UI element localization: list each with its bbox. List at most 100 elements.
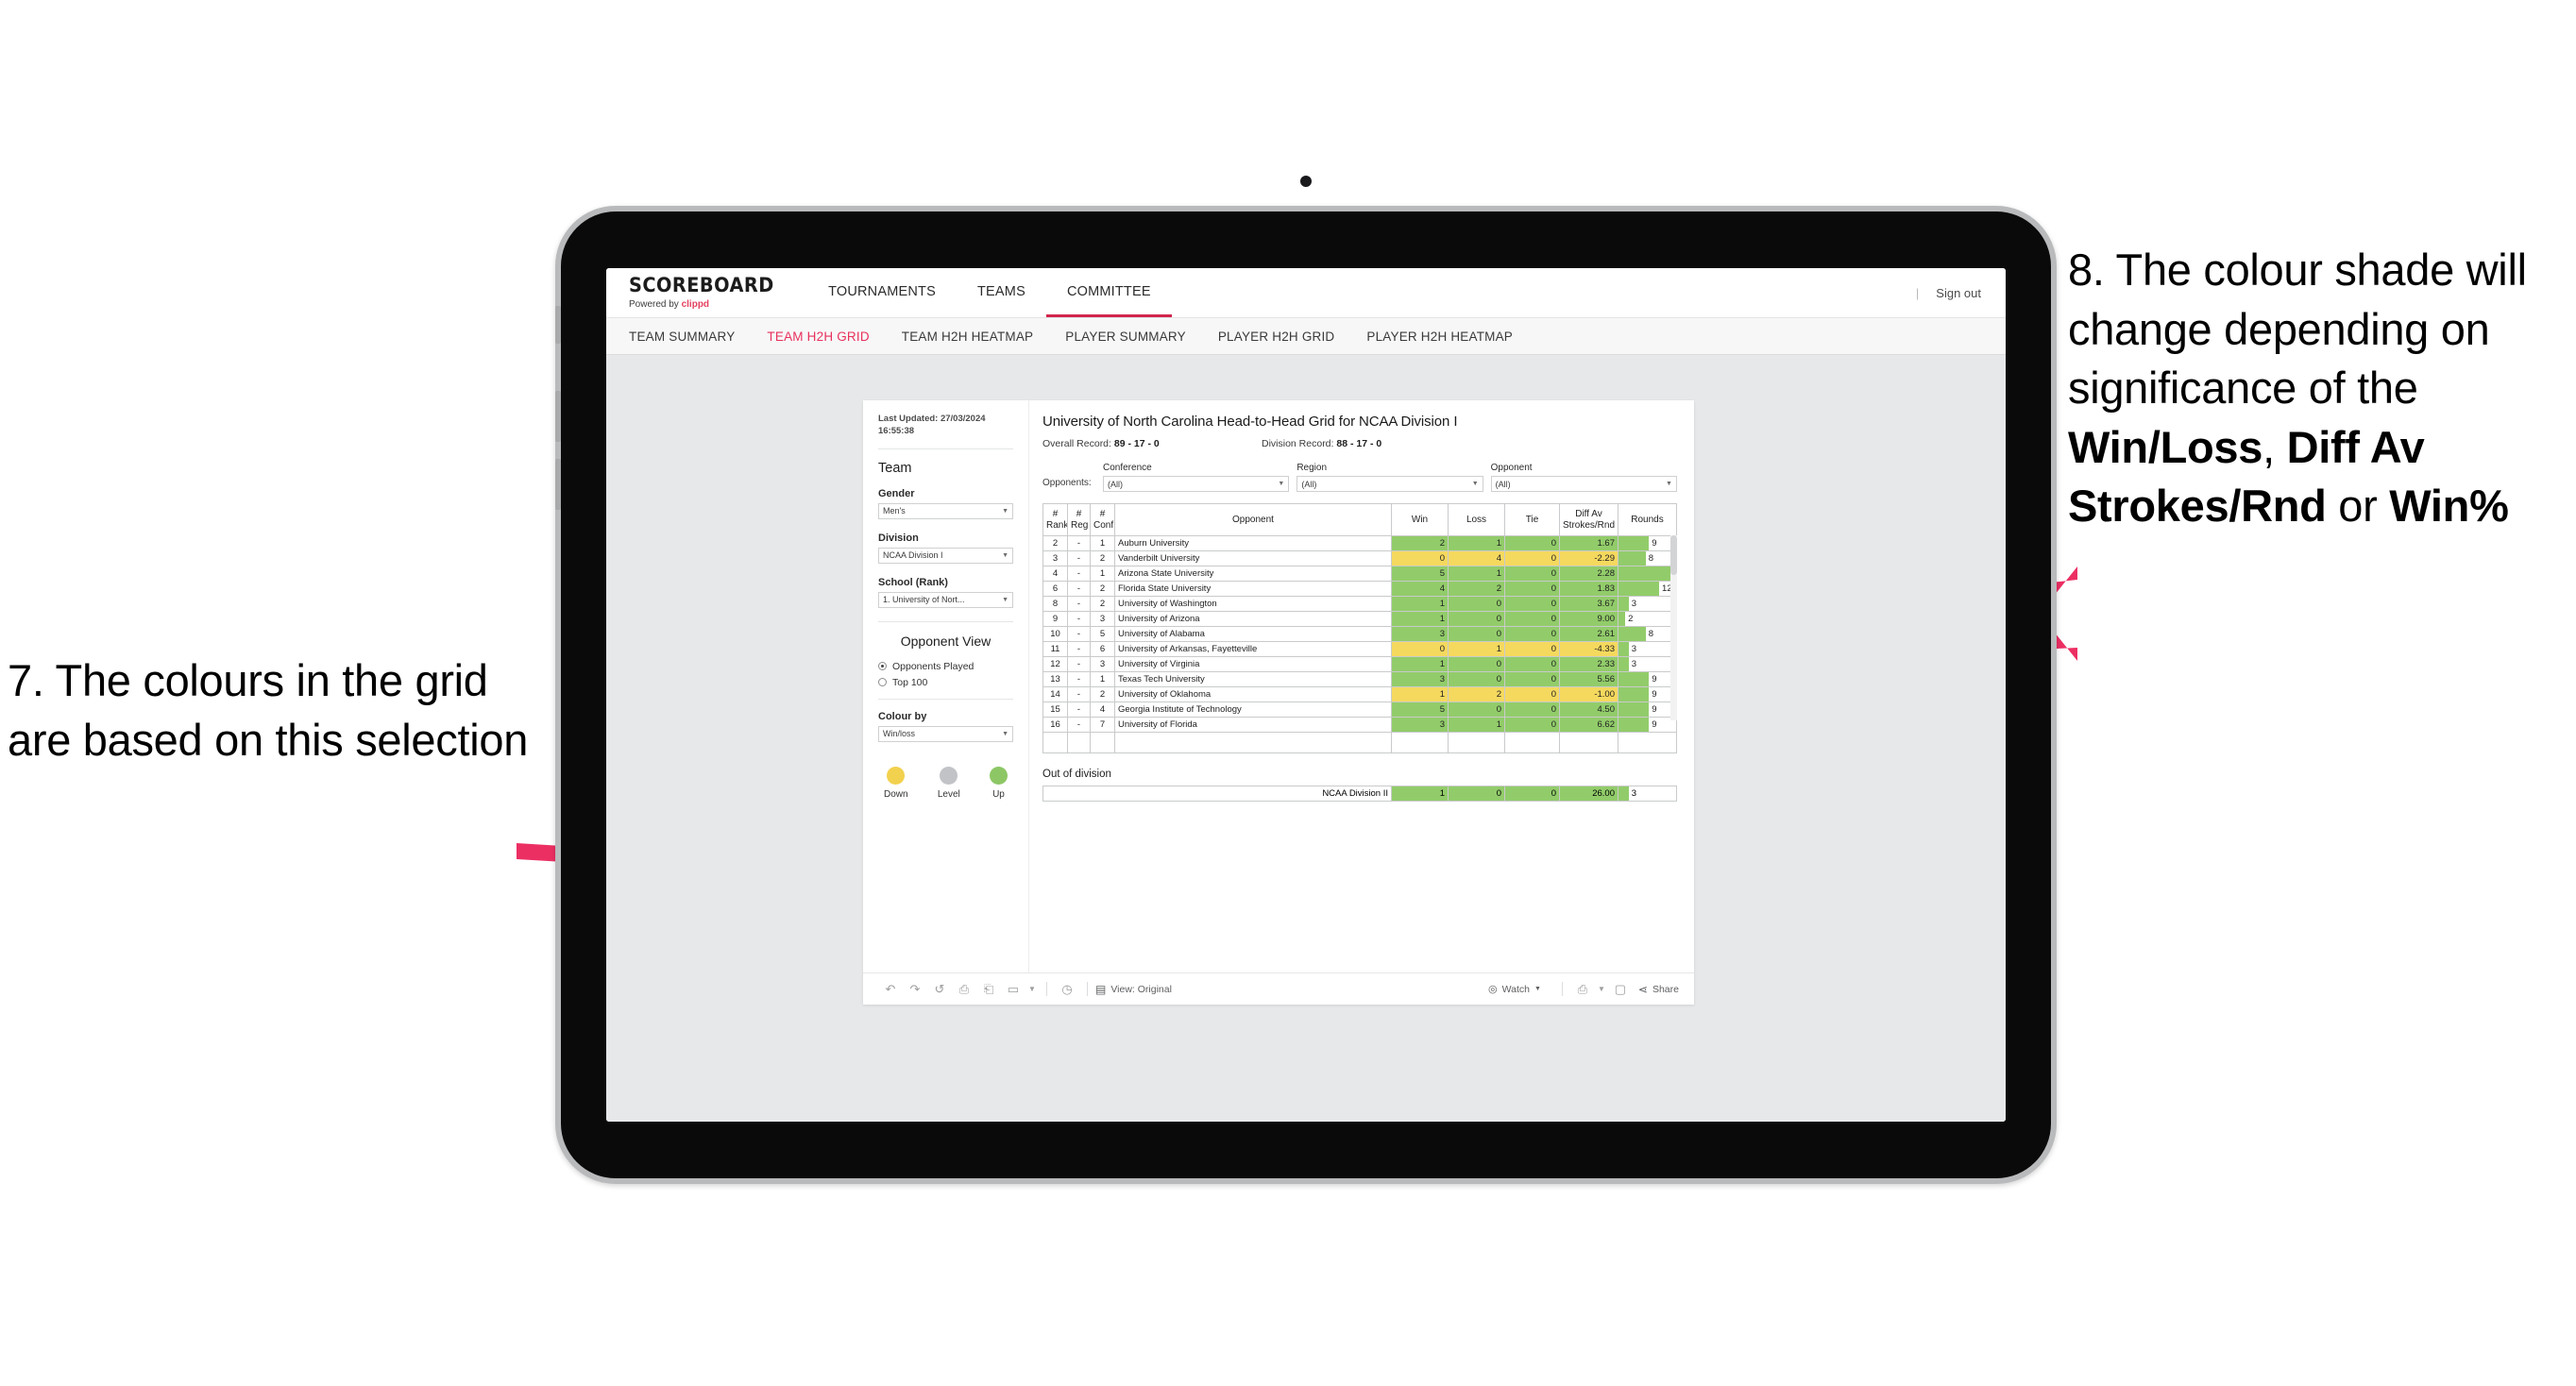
cell-rank: 12	[1042, 656, 1068, 672]
custom-views-icon[interactable]: ▭	[1001, 982, 1025, 997]
alert-icon[interactable]: ◷	[1055, 982, 1079, 997]
rounds-bar	[1618, 642, 1629, 656]
cell-opponent: University of Alabama	[1114, 626, 1392, 642]
cell-win: 1	[1391, 656, 1449, 672]
cell-opponent: University of Arkansas, Fayetteville	[1114, 641, 1392, 657]
view-original-button[interactable]: ▤ View: Original	[1095, 983, 1172, 996]
refresh-icon[interactable]: ⎙	[952, 982, 976, 997]
subnav-team-h2h-grid[interactable]: TEAM H2H GRID	[767, 330, 869, 344]
cell-loss: 0	[1448, 656, 1505, 672]
cell-opponent: Arizona State University	[1114, 566, 1392, 582]
chevron-down-icon: ▼	[1002, 551, 1008, 559]
rounds-bar-cell: 9	[1618, 717, 1677, 733]
division-select[interactable]: NCAA Division I ▼	[878, 547, 1013, 564]
cell-loss: 0	[1448, 786, 1505, 802]
legend-item-up: Up	[989, 766, 1008, 800]
subnav-player-h2h-heatmap[interactable]: PLAYER H2H HEATMAP	[1366, 330, 1513, 344]
table-row[interactable]: 6-2 Florida State University 4 2 0 1.83 12	[1042, 581, 1677, 597]
front-camera-icon	[1300, 176, 1312, 187]
redo-icon[interactable]: ↷	[903, 982, 927, 997]
table-row[interactable]: 12-3 University of Virginia 1 0 0 2.33 3	[1042, 656, 1677, 672]
region-select[interactable]: (All) ▼	[1296, 476, 1483, 492]
rounds-bar	[1618, 702, 1650, 717]
rounds-value: 8	[1648, 553, 1653, 564]
school-select[interactable]: 1. University of Nort... ▼	[878, 591, 1013, 608]
cell-tie: 0	[1504, 535, 1560, 551]
cell-empty	[1067, 732, 1091, 753]
watch-label: Watch	[1501, 983, 1530, 995]
colour-by-select[interactable]: Win/loss ▼	[878, 725, 1013, 742]
radio-top-100[interactable]: Top 100	[878, 677, 1013, 688]
view-icon: ▤	[1095, 982, 1107, 996]
table-scrollbar-thumb[interactable]	[1670, 535, 1677, 575]
subnav-team-summary[interactable]: TEAM SUMMARY	[629, 330, 735, 344]
volume-up-button[interactable]	[555, 391, 561, 442]
secondary-nav: TEAM SUMMARY TEAM H2H GRID TEAM H2H HEAT…	[606, 317, 2006, 355]
device-preview-icon[interactable]: ▢	[1608, 982, 1633, 997]
table-row[interactable]: 13-1 Texas Tech University 3 0 0 5.56 9	[1042, 671, 1677, 687]
cell-tie: 0	[1504, 656, 1560, 672]
rounds-bar-cell: 3	[1618, 641, 1677, 657]
region-value: (All)	[1301, 479, 1317, 489]
chevron-down-icon[interactable]: ▼	[1025, 985, 1039, 993]
nav-committee[interactable]: COMMITTEE	[1045, 268, 1172, 317]
grid-main-panel: University of North Carolina Head-to-Hea…	[1029, 400, 1694, 972]
annotation-8-sep-2: or	[2326, 481, 2390, 531]
table-scrollbar[interactable]	[1670, 535, 1677, 720]
table-row[interactable]: 11-6 University of Arkansas, Fayetteville…	[1042, 641, 1677, 657]
table-row[interactable]: 2-1 Auburn University 2 1 0 1.67 9	[1042, 535, 1677, 551]
cell-reg: -	[1067, 626, 1091, 642]
share-button[interactable]: ⋖ Share	[1638, 983, 1679, 996]
cell-conf: 7	[1090, 717, 1115, 733]
cell-empty	[1391, 732, 1449, 753]
table-row[interactable]: 15-4 Georgia Institute of Technology 5 0 0 4.…	[1042, 701, 1677, 718]
download-icon[interactable]: ⎙	[1570, 982, 1595, 997]
brand-logo[interactable]: SCOREBOARD Powered by clippd	[606, 268, 807, 317]
cell-conf: 5	[1090, 626, 1115, 642]
cell-opponent: University of Virginia	[1114, 656, 1392, 672]
subnav-player-summary[interactable]: PLAYER SUMMARY	[1065, 330, 1186, 344]
table-row[interactable]: 10-5 University of Alabama 3 0 0 2.61 8	[1042, 626, 1677, 642]
opponents-label: Opponents:	[1042, 478, 1092, 488]
primary-nav: TOURNAMENTS TEAMS COMMITTEE	[807, 268, 1172, 317]
opponent-filters: Opponents: Conference (All) ▼ Region (Al…	[1042, 463, 1677, 492]
page-title: University of North Carolina Head-to-Hea…	[1042, 414, 1458, 430]
cell-win: 2	[1391, 535, 1449, 551]
conference-select[interactable]: (All) ▼	[1103, 476, 1290, 492]
nav-teams[interactable]: TEAMS	[957, 268, 1046, 317]
out-of-division-row[interactable]: NCAA Division II 1 0 0 26.00 3	[1042, 786, 1677, 802]
filter-conference: Conference (All) ▼	[1103, 463, 1290, 492]
chevron-down-icon[interactable]: ▼	[1595, 985, 1608, 993]
pause-updates-icon[interactable]: ⎗	[976, 982, 1001, 997]
table-row[interactable]: 16-7 University of Florida 3 1 0 6.62 9	[1042, 717, 1677, 733]
watch-button[interactable]: ◎ Watch ▼	[1488, 983, 1541, 996]
opponent-label: Opponent	[1490, 463, 1533, 473]
chevron-down-icon: ▼	[1002, 730, 1008, 737]
undo-icon[interactable]: ↶	[878, 982, 903, 997]
power-button[interactable]	[555, 306, 561, 344]
cell-diff-av-strokes: 9.00	[1559, 611, 1618, 627]
sign-out-link[interactable]: Sign out	[1936, 286, 1981, 300]
volume-down-button[interactable]	[555, 459, 561, 510]
radio-opponents-played[interactable]: Opponents Played	[878, 661, 1013, 672]
cell-reg: -	[1067, 686, 1091, 702]
revert-icon[interactable]: ↺	[927, 982, 952, 997]
table-row[interactable]: 4-1Arizona State University5102.2817	[1042, 566, 1677, 582]
cell-diff-av-strokes: 4.50	[1559, 701, 1618, 718]
subnav-team-h2h-heatmap[interactable]: TEAM H2H HEATMAP	[902, 330, 1033, 344]
filter-opponent: Opponent (All) ▼	[1490, 463, 1677, 492]
cell-loss: 4	[1448, 550, 1505, 566]
visualization-card: Last Updated: 27/03/2024 16:55:38 Team G…	[863, 400, 1694, 1005]
nav-tournaments[interactable]: TOURNAMENTS	[807, 268, 957, 317]
table-row[interactable]: 8-2 University of Washington 1 0 0 3.67 3	[1042, 596, 1677, 612]
annotation-7-text: The colours in the grid are based on thi…	[8, 655, 529, 765]
opponent-select[interactable]: (All) ▼	[1490, 476, 1677, 492]
gender-select[interactable]: Men's ▼	[878, 502, 1013, 519]
subnav-player-h2h-grid[interactable]: PLAYER H2H GRID	[1218, 330, 1335, 344]
table-row[interactable]: 3-2 Vanderbilt University 0 4 0 -2.29 8	[1042, 550, 1677, 566]
cell-loss: 0	[1448, 671, 1505, 687]
table-row[interactable]: 14-2 University of Oklahoma 1 2 0 -1.00 9	[1042, 686, 1677, 702]
cell-diff-av-strokes: -1.00	[1559, 686, 1618, 702]
table-row[interactable]: 9-3 University of Arizona 1 0 0 9.00 2	[1042, 611, 1677, 627]
table-header-row: # Rank # Reg # Conf Opponent Win Loss Tie	[1042, 503, 1677, 536]
